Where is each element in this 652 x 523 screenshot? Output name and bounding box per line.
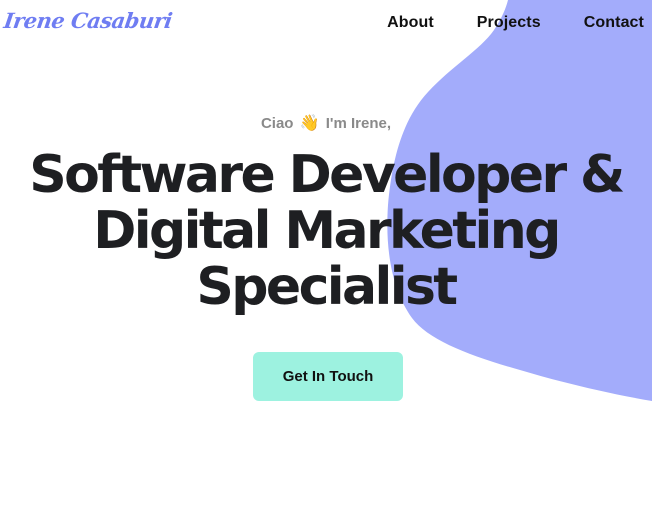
site-logo[interactable]: Irene Casaburi [2,8,173,33]
greeting-prefix: Ciao [260,115,294,132]
hero-greeting: Ciao 👋 I'm Irene, [0,113,652,135]
nav-link-contact[interactable]: Contact [584,14,644,32]
main-nav: About Projects Contact [387,14,644,32]
headline-line-3: Specialist [196,257,458,317]
waving-hand-icon: 👋 [299,115,320,132]
nav-link-projects[interactable]: Projects [477,14,541,32]
hero-section: Ciao 👋 I'm Irene, Software Developer & D… [0,113,652,315]
get-in-touch-button[interactable]: Get In Touch [253,352,403,401]
greeting-suffix: I'm Irene, [325,115,392,132]
site-header: Irene Casaburi About Projects Contact [0,0,652,52]
headline-line-1: Software Developer & [29,145,625,205]
hero-headline: Software Developer & Digital Marketing S… [0,147,652,315]
nav-link-about[interactable]: About [387,14,434,32]
headline-line-2: Digital Marketing [93,201,561,261]
